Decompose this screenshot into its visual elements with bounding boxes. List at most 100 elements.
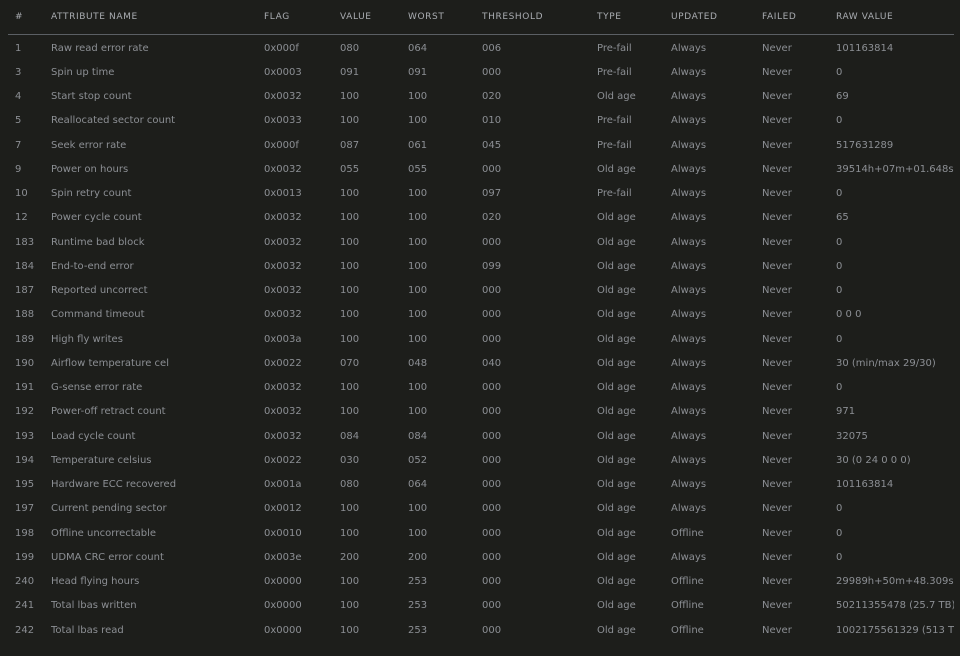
cell-attribute-name: Offline uncorrectable (51, 527, 157, 539)
smart-attributes-panel: # ATTRIBUTE NAME FLAG VALUE WORST THRESH… (0, 0, 960, 656)
cell-failed: Never (762, 479, 792, 491)
cell-flag: 0x0012 (264, 503, 302, 515)
cell-value: 100 (340, 115, 360, 127)
column-header-flag[interactable]: FLAG (264, 0, 340, 35)
table-row[interactable]: 193 Load cycle count 0x0032 084 084 000 Old ag… (8, 424, 954, 448)
cell-updated: Always (671, 236, 707, 248)
table-row[interactable]: 3 Spin up time 0x0003 091 091 000 Pre-fail Alwa… (8, 60, 954, 84)
cell-threshold: 006 (482, 42, 502, 54)
cell-raw-value: 50211355478 (25.7 TB) (836, 600, 954, 612)
cell-failed: Never (762, 115, 792, 127)
column-header-failed[interactable]: FAILED (762, 0, 836, 35)
cell-flag: 0x0022 (264, 454, 302, 466)
cell-id: 183 (15, 236, 35, 248)
cell-raw-value: 65 (836, 212, 849, 224)
cell-threshold: 000 (482, 309, 502, 321)
cell-id: 240 (15, 576, 35, 588)
table-row[interactable]: 192 Power-off retract count 0x0032 100 100 00… (8, 400, 954, 424)
table-row[interactable]: 197 Current pending sector 0x0012 100 100 000… (8, 497, 954, 521)
column-header-raw-value[interactable]: RAW VALUE (836, 0, 954, 35)
cell-updated: Always (671, 333, 707, 345)
table-row[interactable]: 195 Hardware ECC recovered 0x001a 080 064 000… (8, 473, 954, 497)
cell-threshold: 045 (482, 139, 502, 151)
table-row[interactable]: 12 Power cycle count 0x0032 100 100 020 Old ag… (8, 206, 954, 230)
cell-raw-value: 0 (836, 66, 843, 78)
table-row[interactable]: 240 Head flying hours 0x0000 100 253 000 Old a… (8, 570, 954, 594)
cell-type: Pre-fail (597, 42, 632, 54)
table-row[interactable]: 242 Total lbas read 0x0000 100 253 000 Old age… (8, 618, 954, 642)
cell-failed: Never (762, 42, 792, 54)
table-row[interactable]: 10 Spin retry count 0x0013 100 100 097 Pre-fai… (8, 182, 954, 206)
cell-flag: 0x001a (264, 479, 302, 491)
cell-worst: 100 (408, 309, 428, 321)
table-row[interactable]: 190 Airflow temperature cel 0x0022 070 048 04… (8, 351, 954, 375)
cell-attribute-name: Total lbas written (51, 600, 137, 612)
table-row[interactable]: 198 Offline uncorrectable 0x0010 100 100 000 O… (8, 521, 954, 545)
cell-threshold: 000 (482, 333, 502, 345)
column-header-type[interactable]: TYPE (597, 0, 671, 35)
cell-worst: 253 (408, 600, 428, 612)
cell-failed: Never (762, 333, 792, 345)
cell-updated: Always (671, 357, 707, 369)
cell-raw-value: 0 (836, 333, 843, 345)
cell-threshold: 000 (482, 163, 502, 175)
cell-worst: 091 (408, 66, 428, 78)
table-row[interactable]: 1 Raw read error rate 0x000f 080 064 006 Pre-f… (8, 35, 954, 61)
cell-updated: Always (671, 42, 707, 54)
cell-attribute-name: Seek error rate (51, 139, 127, 151)
table-row[interactable]: 199 UDMA CRC error count 0x003e 200 200 000 Ol… (8, 545, 954, 569)
cell-threshold: 097 (482, 188, 502, 200)
cell-raw-value: 101163814 (836, 479, 894, 491)
cell-raw-value: 39514h+07m+01.648s (836, 163, 954, 175)
cell-attribute-name: Reallocated sector count (51, 115, 176, 127)
cell-attribute-name: High fly writes (51, 333, 123, 345)
cell-attribute-name: Power on hours (51, 163, 129, 175)
column-header-number[interactable]: # (8, 0, 51, 35)
cell-value: 100 (340, 600, 360, 612)
table-row[interactable]: 194 Temperature celsius 0x0022 030 052 000 Old… (8, 448, 954, 472)
cell-attribute-name: Total lbas read (51, 624, 124, 636)
cell-updated: Always (671, 66, 707, 78)
column-header-threshold[interactable]: THRESHOLD (482, 0, 597, 35)
cell-updated: Always (671, 115, 707, 127)
cell-updated: Always (671, 260, 707, 272)
table-row[interactable]: 188 Command timeout 0x0032 100 100 000 Old age… (8, 303, 954, 327)
cell-id: 7 (15, 139, 22, 151)
cell-updated: Offline (671, 600, 704, 612)
table-body: 1 Raw read error rate 0x000f 080 064 006 Pre-f… (8, 35, 954, 643)
cell-worst: 100 (408, 212, 428, 224)
table-row[interactable]: 189 High fly writes 0x003a 100 100 000 Old age… (8, 327, 954, 351)
cell-id: 189 (15, 333, 35, 345)
cell-id: 192 (15, 406, 35, 418)
table-row[interactable]: 184 End-to-end error 0x0032 100 100 099 Old ag… (8, 254, 954, 278)
table-row[interactable]: 4 Start stop count 0x0032 100 100 020 Old age A… (8, 85, 954, 109)
cell-type: Old age (597, 576, 636, 588)
cell-flag: 0x0032 (264, 91, 302, 103)
cell-failed: Never (762, 188, 792, 200)
cell-raw-value: 0 (836, 285, 843, 297)
column-header-worst[interactable]: WORST (408, 0, 482, 35)
cell-raw-value: 0 (836, 551, 843, 563)
column-header-value[interactable]: VALUE (340, 0, 408, 35)
cell-updated: Always (671, 406, 707, 418)
cell-id: 197 (15, 503, 35, 515)
cell-failed: Never (762, 91, 792, 103)
cell-raw-value: 1002175561329 (513 TB) (836, 624, 954, 636)
table-row[interactable]: 183 Runtime bad block 0x0032 100 100 000 Old a… (8, 230, 954, 254)
table-row[interactable]: 191 G-sense error rate 0x0032 100 100 000 Old … (8, 376, 954, 400)
cell-updated: Always (671, 479, 707, 491)
table-row[interactable]: 241 Total lbas written 0x0000 100 253 000 Old … (8, 594, 954, 618)
cell-failed: Never (762, 357, 792, 369)
cell-type: Old age (597, 624, 636, 636)
cell-failed: Never (762, 163, 792, 175)
table-row[interactable]: 5 Reallocated sector count 0x0033 100 100 010… (8, 109, 954, 133)
cell-updated: Always (671, 139, 707, 151)
cell-threshold: 000 (482, 600, 502, 612)
cell-attribute-name: Command timeout (51, 309, 145, 321)
column-header-attribute-name[interactable]: ATTRIBUTE NAME (51, 0, 264, 35)
column-header-updated[interactable]: UPDATED (671, 0, 762, 35)
table-row[interactable]: 187 Reported uncorrect 0x0032 100 100 000 Old … (8, 279, 954, 303)
table-row[interactable]: 9 Power on hours 0x0032 055 055 000 Old age Alw… (8, 157, 954, 181)
cell-failed: Never (762, 600, 792, 612)
table-row[interactable]: 7 Seek error rate 0x000f 087 061 045 Pre-fail A… (8, 133, 954, 157)
